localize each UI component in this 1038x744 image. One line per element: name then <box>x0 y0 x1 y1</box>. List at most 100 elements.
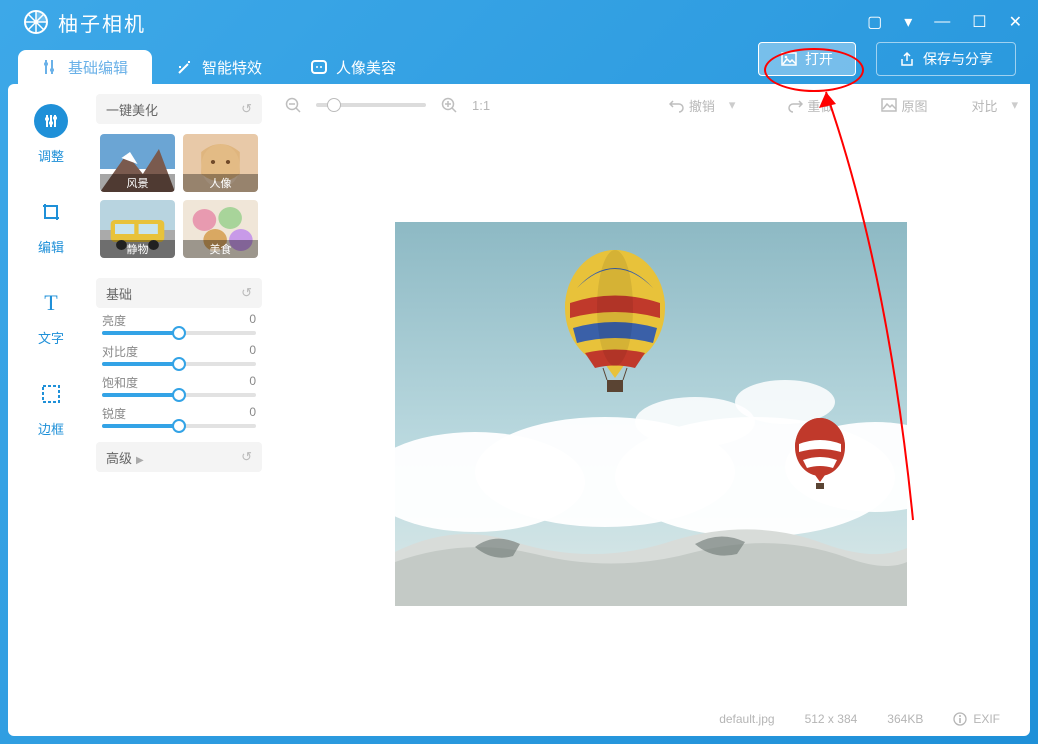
panel: 一键美化 ↺ 风景 人像 静物 <box>94 84 272 736</box>
exif-button[interactable]: EXIF <box>953 712 1000 726</box>
reset-icon[interactable]: ↺ <box>241 101 252 117</box>
saturation-thumb[interactable] <box>172 388 186 402</box>
zoom-thumb[interactable] <box>327 98 341 112</box>
nav-text-label: 文字 <box>38 328 64 347</box>
section-advanced[interactable]: 高级 ▶ ↺ <box>96 442 262 472</box>
app-logo-icon <box>24 10 48 34</box>
compare-button[interactable]: 对比 <box>971 96 997 115</box>
maximize-icon[interactable]: ☐ <box>972 12 986 32</box>
compare-label: 对比 <box>971 96 997 115</box>
preset-food-label: 美食 <box>183 240 258 258</box>
left-nav: 调整 编辑 T 文字 边框 <box>8 84 94 736</box>
feedback-icon[interactable]: ▢ <box>867 12 882 32</box>
section-basic-label: 基础 <box>106 284 132 303</box>
section-basic[interactable]: 基础 ↺ <box>96 278 262 308</box>
contrast-thumb[interactable] <box>172 357 186 371</box>
zoom-in-button[interactable] <box>440 96 458 114</box>
close-icon[interactable]: ✕ <box>1009 12 1022 32</box>
dropdown-icon[interactable]: ▾ <box>904 12 912 32</box>
reset-basic-icon[interactable]: ↺ <box>241 285 252 301</box>
redo-label: 重做 <box>807 96 833 115</box>
save-share-button[interactable]: 保存与分享 <box>876 42 1016 76</box>
preset-portrait-label: 人像 <box>183 174 258 192</box>
status-filename: default.jpg <box>719 712 774 726</box>
status-bar: default.jpg 512 x 384 364KB EXIF <box>272 702 1030 736</box>
info-icon <box>953 712 967 726</box>
canvas-area: 1:1 撤销 ▾ 重做 原图 对比 ▾ <box>272 84 1030 736</box>
original-label: 原图 <box>901 96 927 115</box>
undo-label: 撤销 <box>689 96 715 115</box>
compare-dropdown-icon[interactable]: ▾ <box>1011 97 1018 113</box>
sliders-icon <box>42 58 60 76</box>
preset-scenery-label: 风景 <box>100 174 175 192</box>
preset-still[interactable]: 静物 <box>100 200 175 258</box>
reset-advanced-icon[interactable]: ↺ <box>241 449 252 465</box>
undo-dropdown-icon[interactable]: ▾ <box>729 97 736 113</box>
viewport[interactable] <box>272 126 1030 702</box>
open-label: 打开 <box>805 49 833 69</box>
zoom-ratio[interactable]: 1:1 <box>472 98 490 113</box>
nav-border[interactable]: 边框 <box>34 377 68 438</box>
tab-basic-edit[interactable]: 基础编辑 <box>18 50 152 84</box>
preset-still-label: 静物 <box>100 240 175 258</box>
photo-canvas[interactable] <box>395 222 907 606</box>
titlebar: 柚子相机 ▢ ▾ — ☐ ✕ <box>8 0 1030 44</box>
preset-portrait[interactable]: 人像 <box>183 134 258 192</box>
adjust-icon <box>34 104 68 138</box>
brightness-label: 亮度 <box>102 312 126 329</box>
header-actions: 打开 保存与分享 <box>758 42 1016 76</box>
original-button[interactable]: 原图 <box>881 96 927 115</box>
brightness-thumb[interactable] <box>172 326 186 340</box>
zoom-slider[interactable] <box>316 103 426 107</box>
preset-food[interactable]: 美食 <box>183 200 258 258</box>
open-button[interactable]: 打开 <box>758 42 856 76</box>
nav-edit-label: 编辑 <box>38 237 64 256</box>
contrast-value: 0 <box>249 343 256 360</box>
image-icon <box>781 51 797 67</box>
canvas-toolbar: 1:1 撤销 ▾ 重做 原图 对比 ▾ <box>272 84 1030 126</box>
tab-portrait-beauty[interactable]: 人像美容 <box>286 50 420 84</box>
save-share-label: 保存与分享 <box>923 49 993 69</box>
contrast-label: 对比度 <box>102 343 138 360</box>
saturation-label: 饱和度 <box>102 374 138 391</box>
slider-brightness[interactable]: 亮度 0 <box>96 308 262 339</box>
tab-portrait-label: 人像美容 <box>336 57 396 78</box>
brightness-value: 0 <box>249 312 256 329</box>
zoom-out-button[interactable] <box>284 96 302 114</box>
window-controls: ▢ ▾ — ☐ ✕ <box>867 12 1022 32</box>
nav-adjust-label: 调整 <box>38 146 64 165</box>
tab-smart-label: 智能特效 <box>202 57 262 78</box>
face-icon <box>310 58 328 76</box>
slider-sharpness[interactable]: 锐度0 <box>96 401 262 432</box>
status-dimensions: 512 x 384 <box>805 712 858 726</box>
crop-icon <box>34 195 68 229</box>
preset-scenery[interactable]: 风景 <box>100 134 175 192</box>
tab-basic-label: 基础编辑 <box>68 57 128 78</box>
slider-saturation[interactable]: 饱和度 0 <box>96 370 262 401</box>
redo-button[interactable]: 重做 <box>787 96 833 115</box>
app-title: 柚子相机 <box>58 8 146 37</box>
section-advanced-label: 高级 <box>106 451 132 466</box>
undo-button[interactable]: 撤销 <box>669 96 715 115</box>
brand: 柚子相机 <box>24 8 146 37</box>
nav-edit[interactable]: 编辑 <box>34 195 68 256</box>
section-onekey-label: 一键美化 <box>106 100 158 119</box>
text-icon: T <box>34 286 68 320</box>
nav-adjust[interactable]: 调整 <box>34 104 68 165</box>
tab-smart-effect[interactable]: 智能特效 <box>152 50 286 84</box>
slider-contrast[interactable]: 对比度 0 <box>96 339 262 370</box>
chevron-right-icon: ▶ <box>136 455 144 466</box>
sharpness-label: 锐度 <box>102 405 126 422</box>
status-filesize: 364KB <box>887 712 923 726</box>
workspace: 调整 编辑 T 文字 边框 一键美化 <box>8 84 1030 736</box>
wand-icon <box>176 58 194 76</box>
share-icon <box>899 51 915 67</box>
border-icon <box>34 377 68 411</box>
section-onekey[interactable]: 一键美化 ↺ <box>96 94 262 124</box>
saturation-value: 0 <box>249 374 256 391</box>
main-tabs: 基础编辑 智能特效 人像美容 打开 保存与分享 <box>8 44 1030 84</box>
exif-label: EXIF <box>973 712 1000 726</box>
minimize-icon[interactable]: — <box>934 13 950 31</box>
nav-text[interactable]: T 文字 <box>34 286 68 347</box>
sharpness-thumb[interactable] <box>172 419 186 433</box>
